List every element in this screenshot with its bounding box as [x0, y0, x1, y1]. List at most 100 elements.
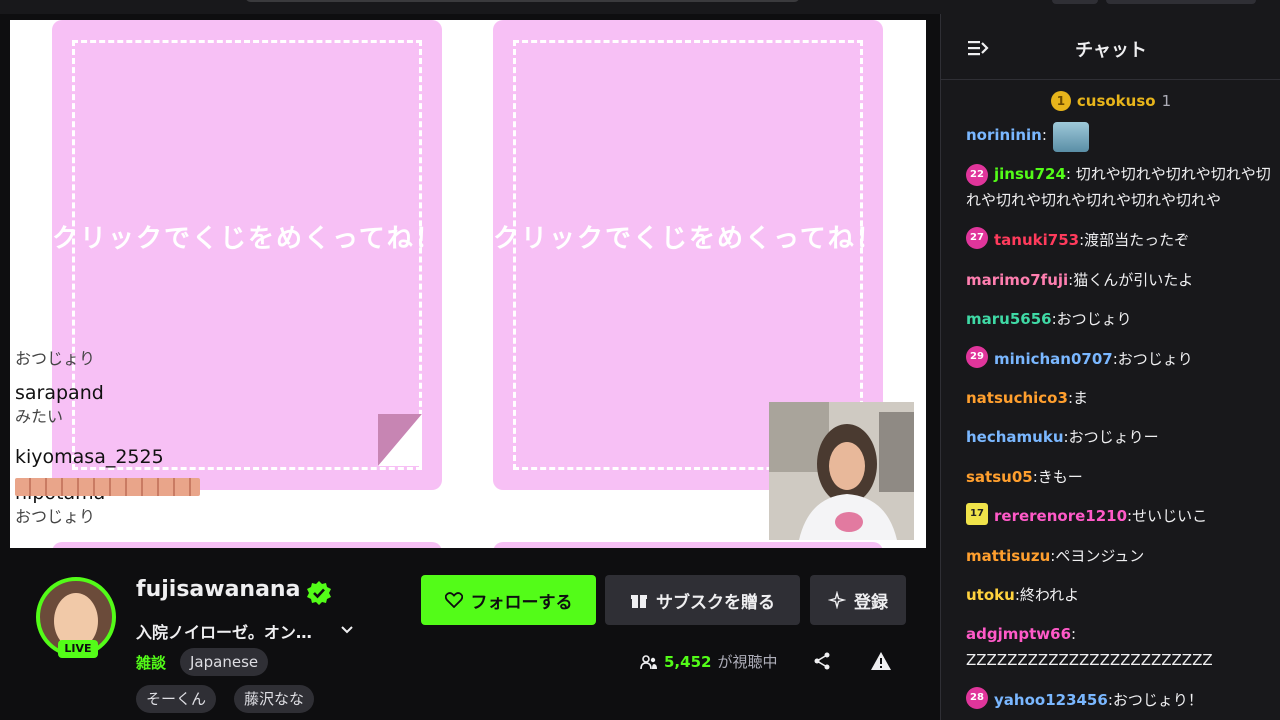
chat-message: marimo7fuji: 猫くんが引いたよ [966, 267, 1280, 306]
chat-text: せいじいこ [1132, 507, 1208, 526]
chat-message-list: norininin:22 jinsu724: 切れや切れや切れや切れや切れや切れや… [966, 122, 1280, 720]
card-line-2: くじをめくってね！ [633, 224, 884, 254]
stream-title: 入院ノイローゼ。オン… [136, 623, 312, 642]
subscribe-button[interactable]: 登録 [810, 575, 906, 625]
live-badge: LIVE [58, 640, 98, 658]
overlay-chat-text: おつじょり [15, 507, 96, 526]
share-icon[interactable] [812, 651, 832, 671]
viewer-count: 5,452 が視聴中 [640, 651, 777, 672]
emote-icon [1052, 122, 1089, 152]
chat-username[interactable]: satsu05 [966, 464, 1033, 490]
lottery-card[interactable] [52, 542, 442, 548]
chat-message: 29 minichan0707: おつじょり [966, 345, 1280, 385]
chat-username[interactable]: maru5656 [966, 306, 1052, 332]
chat-message: utoku: 終われよ [966, 582, 1280, 621]
report-warning-icon[interactable] [870, 650, 892, 672]
chat-username[interactable]: tanuki753 [994, 227, 1079, 253]
gift-icon [631, 595, 647, 608]
chat-username[interactable]: yahoo123456 [994, 687, 1108, 713]
chat-username[interactable]: marimo7fuji [966, 267, 1068, 293]
chat-username[interactable]: norininin [966, 122, 1042, 148]
lottery-card[interactable] [493, 542, 883, 548]
chat-username[interactable]: natsuchico3 [966, 385, 1068, 411]
chat-text: おつじょりー [1068, 428, 1159, 447]
chat-username[interactable]: mattisuzu [966, 543, 1050, 569]
card-message: クリックで くじをめくってね！ [493, 220, 883, 259]
video-player[interactable]: クリックで くじをめくってね！ クリックで くじをめくってね！ おつじょり sa… [10, 20, 926, 548]
card-line-2: くじをめくってね！ [192, 224, 443, 254]
chat-panel: チャット 1 cusokuso 1 norininin:22 jinsu724: … [940, 14, 1280, 720]
chat-message: 27 tanuki753: 渡部当たったぞ [966, 227, 1280, 266]
top-nav-button[interactable] [1106, 0, 1256, 4]
overlay-chat: おつじょり sarapand みたい kiyomasa_2525 hipotam… [15, 348, 164, 528]
card-message: クリックで くじをめくってね！ [52, 220, 442, 259]
tag-chip[interactable]: Japanese [180, 648, 269, 676]
chat-message: hechamuku: おつじょりー [966, 424, 1280, 463]
sparkle-icon [828, 591, 846, 609]
chat-separator: : [1071, 625, 1077, 644]
chat-text: おつじょり [1117, 349, 1193, 368]
chat-message: mattisuzu: ペヨンジュン [966, 543, 1280, 582]
overlay-chat-text: みたい [15, 407, 64, 426]
chat-username[interactable]: hechamuku [966, 424, 1064, 450]
chat-text: きもー [1037, 467, 1083, 486]
chat-text: 終われよ [1019, 585, 1080, 604]
viewers-icon [640, 654, 657, 669]
stream-page: クリックで くじをめくってね！ クリックで くじをめくってね！ おつじょり sa… [0, 0, 1280, 720]
chat-message: natsuchico3: ま [966, 385, 1280, 424]
overlay-chat-text: おつじょり [15, 349, 96, 368]
chat-message: adgjmptw66: ZZZZZZZZZZZZZZZZZZZZZZZZ [966, 621, 1280, 687]
top-gifter-banner[interactable]: 1 cusokuso 1 [941, 88, 1280, 114]
chat-message: satsu05: きもー [966, 464, 1280, 503]
card-line-1: クリックで [52, 224, 193, 254]
chat-message: 17 rererenore1210: せいじいこ [966, 503, 1280, 542]
top-gifter-name: cusokuso [1076, 92, 1156, 110]
chat-message: 22 jinsu724: 切れや切れや切れや切れや切れや切れや切れや切れや切れや切… [966, 161, 1280, 227]
chat-username[interactable]: utoku [966, 582, 1015, 608]
chat-separator: : [1041, 126, 1047, 144]
overlay-chat-username: kiyomasa_2525 [15, 446, 164, 468]
chat-text: おつじょり！ [1112, 691, 1203, 710]
viewer-count-number: 5,452 [664, 652, 712, 671]
verified-badge-icon [307, 581, 331, 605]
chevron-down-icon[interactable] [338, 620, 356, 638]
chat-text: 猫くんが引いたよ [1073, 270, 1194, 289]
sub-badge-icon: 29 [966, 345, 988, 368]
chat-text: ペヨンジュン [1055, 546, 1145, 565]
card-line-1: クリックで [493, 224, 634, 254]
top-nav [0, 0, 1280, 14]
collapse-chat-icon[interactable] [967, 38, 989, 58]
sub-badge-icon: 22 [966, 163, 988, 186]
tag-chip[interactable]: 藤沢なな [234, 685, 315, 713]
webcam-feed [769, 402, 914, 540]
gift-sub-label: サブスクを贈る [656, 592, 775, 613]
category-link[interactable]: 雑談 [136, 652, 166, 673]
channel-name[interactable]: fujisawanana [136, 577, 300, 602]
top-gifter-count: 1 [1161, 92, 1172, 110]
overlay-chat-username: sarapand [15, 382, 104, 404]
chat-username[interactable]: minichan0707 [994, 346, 1113, 372]
rank-badge-icon: 1 [1050, 91, 1071, 111]
chat-title: チャット [1075, 40, 1147, 61]
chat-header: チャット [941, 14, 1280, 80]
follow-label: フォローする [470, 592, 573, 613]
heart-icon [444, 592, 463, 608]
chat-username[interactable]: adgjmptw66 [966, 625, 1071, 643]
chat-username[interactable]: rererenore1210 [994, 503, 1127, 529]
viewer-count-label: が視聴中 [717, 653, 778, 671]
overlay-emote-row [15, 478, 200, 496]
sub-badge-icon: 28 [966, 687, 988, 710]
chat-message: 28 yahoo123456: おつじょり！ [966, 687, 1280, 720]
gift-sub-button[interactable]: サブスクを贈る [605, 575, 800, 625]
chat-username[interactable]: jinsu724 [994, 165, 1066, 183]
top-nav-button[interactable] [1052, 0, 1098, 4]
chat-text: ZZZZZZZZZZZZZZZZZZZZZZZZ [966, 651, 1213, 670]
page-peel-icon [378, 414, 422, 466]
sub-badge-icon: 17 [966, 503, 988, 526]
chat-text: 渡部当たったぞ [1084, 231, 1190, 250]
search-input[interactable] [245, 0, 800, 2]
follow-button[interactable]: フォローする [421, 575, 596, 625]
chat-text: ま [1073, 388, 1089, 407]
tag-chip[interactable]: そーくん [136, 685, 217, 713]
chat-message: norininin: [966, 122, 1280, 161]
